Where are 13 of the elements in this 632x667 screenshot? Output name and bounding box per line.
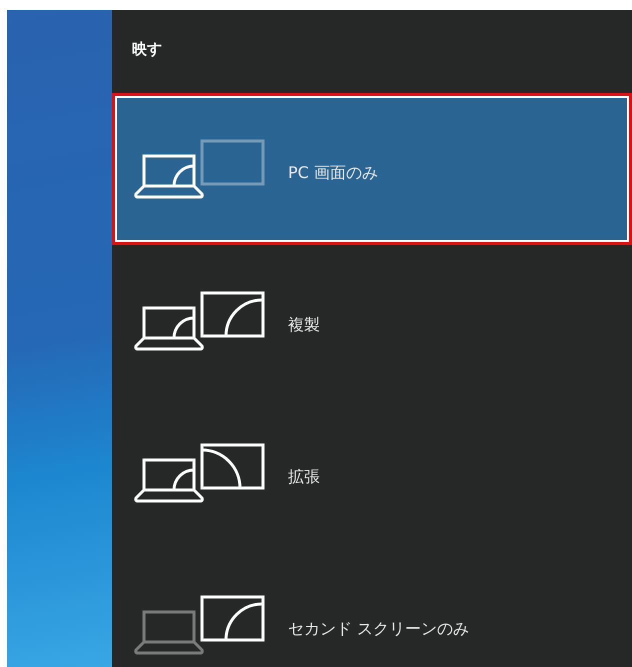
laptop-monitor-icon bbox=[134, 290, 266, 352]
display-mode-option[interactable]: 複製 bbox=[112, 245, 632, 397]
option-label: セカンド スクリーンのみ bbox=[288, 618, 470, 640]
option-label: 複製 bbox=[288, 314, 320, 336]
laptop-screen-icon bbox=[134, 138, 266, 200]
option-label: 拡張 bbox=[288, 466, 320, 488]
display-mode-option[interactable]: PC 画面のみ bbox=[112, 93, 632, 245]
option-label: PC 画面のみ bbox=[288, 162, 378, 184]
laptop-monitor-icon bbox=[134, 594, 266, 656]
panel-title: 映す bbox=[131, 39, 163, 60]
display-mode-option[interactable]: 拡張 bbox=[112, 397, 632, 549]
display-mode-option[interactable]: セカンド スクリーンのみ bbox=[112, 549, 632, 667]
laptop-monitor-icon bbox=[134, 442, 266, 504]
